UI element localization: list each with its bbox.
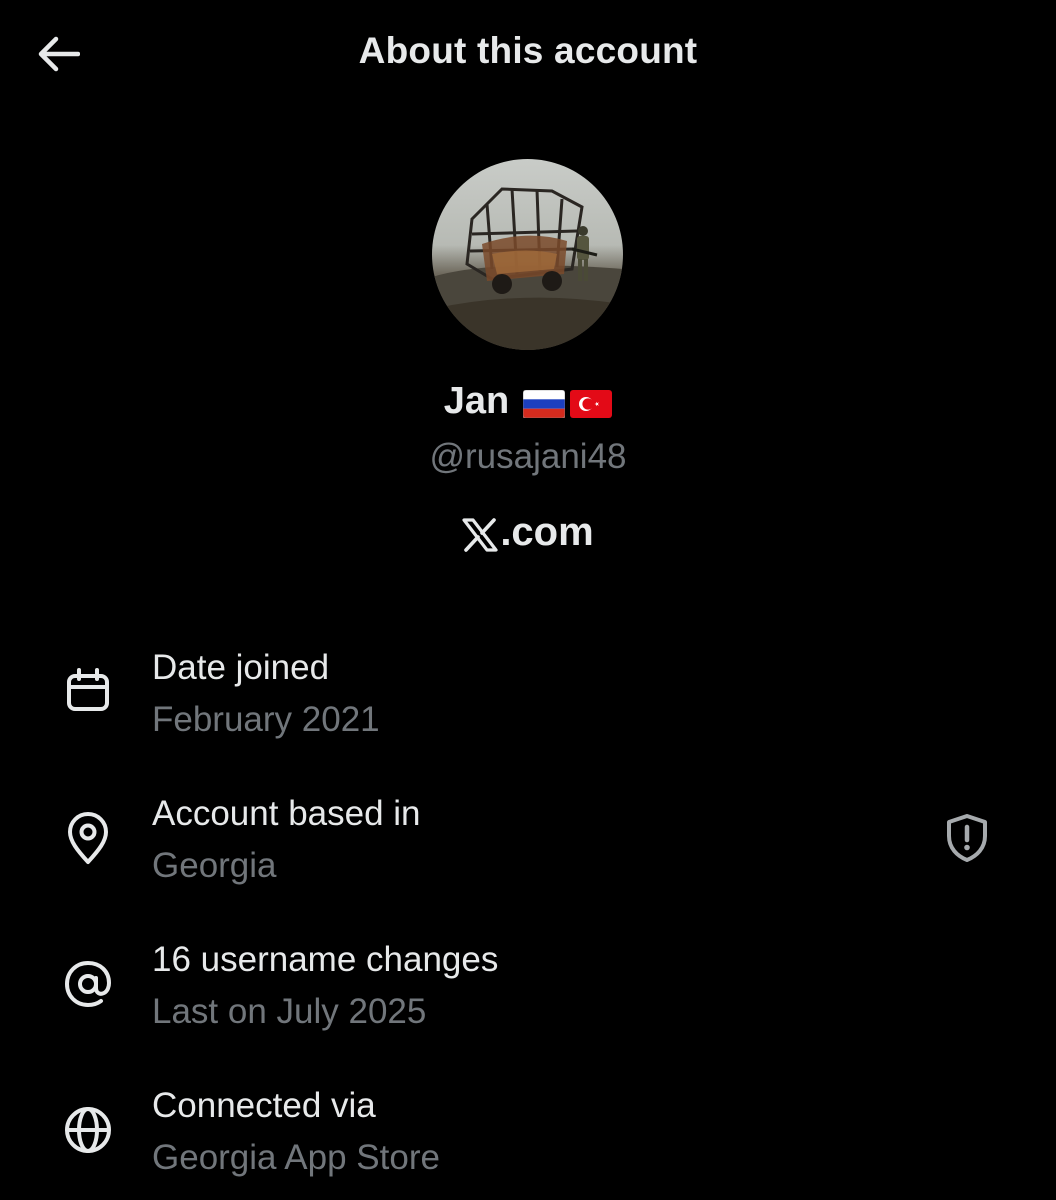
- info-label: Date joined: [152, 648, 330, 687]
- info-item-date-joined: Date joined February 2021: [0, 640, 1056, 760]
- info-item-username-changes: 16 username changes Last on July 2025: [0, 932, 1056, 1052]
- at-sign-icon: [58, 954, 118, 1014]
- info-label: 16 username changes: [152, 940, 499, 979]
- username: @rusajani48: [429, 437, 627, 476]
- info-value: Last on July 2025: [152, 992, 427, 1031]
- platform-label: .com: [0, 510, 1056, 555]
- page-title: About this account: [358, 30, 698, 71]
- turkey-flag-icon: [570, 389, 613, 418]
- platform-domain: .com: [500, 510, 594, 554]
- globe-icon: [58, 1100, 118, 1160]
- russia-flag-icon: [523, 389, 566, 418]
- info-value: Georgia: [152, 846, 277, 885]
- flags: [523, 389, 613, 418]
- info-item-account-based-in: Account based in Georgia: [0, 786, 1056, 906]
- top-app-bar: About this account: [0, 0, 1056, 110]
- x-logo-icon: [462, 517, 498, 552]
- calendar-icon: [58, 660, 118, 720]
- info-value: February 2021: [152, 700, 380, 739]
- shield-alert-icon: [947, 814, 987, 862]
- location-pin-icon: [58, 808, 118, 868]
- info-label: Connected via: [152, 1086, 376, 1125]
- display-name-row: Jan: [0, 380, 1056, 423]
- info-label: Account based in: [152, 794, 421, 833]
- avatar[interactable]: [432, 159, 623, 350]
- shield-alert-button[interactable]: [935, 806, 999, 870]
- display-name: Jan: [443, 380, 510, 422]
- info-item-connected-via: Connected via Georgia App Store: [0, 1078, 1056, 1198]
- info-value: Georgia App Store: [152, 1138, 440, 1177]
